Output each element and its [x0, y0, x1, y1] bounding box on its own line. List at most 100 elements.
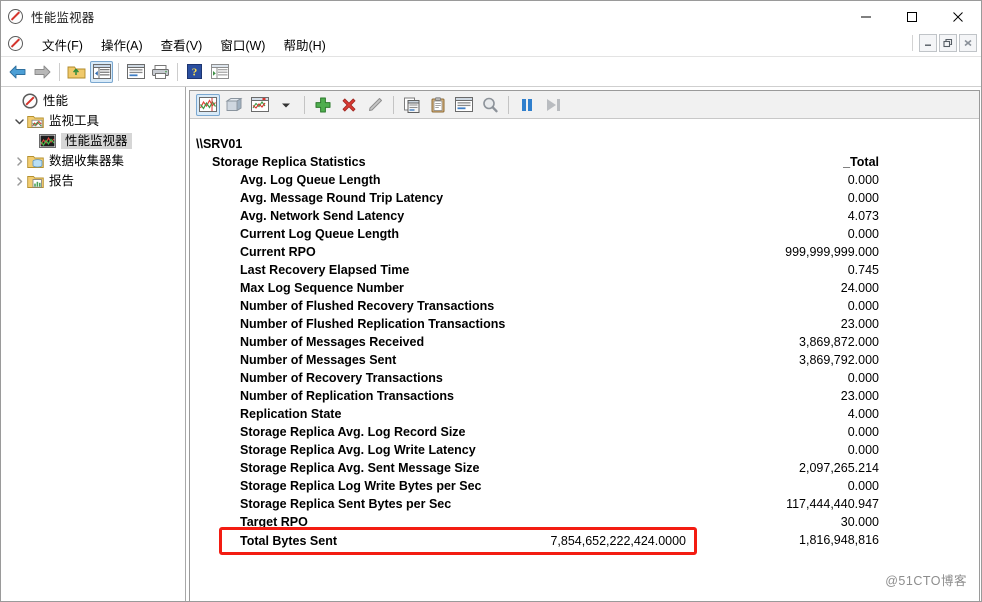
help-question-icon[interactable]: ?	[183, 61, 206, 83]
report-counter-list: Avg. Log Queue Length 0.000 Avg. Message R…	[190, 171, 979, 549]
tree-item-reports[interactable]: 报告	[1, 171, 185, 191]
mdi-window-controls	[912, 34, 977, 52]
watermark: @51CTO博客	[885, 574, 967, 588]
report-counter-name: Storage Replica Log Write Bytes per Sec	[240, 479, 482, 493]
up-folder-icon[interactable]	[65, 61, 88, 83]
report-counter-value: 1,816,948,816	[799, 533, 879, 547]
chevron-down-icon[interactable]	[274, 94, 298, 116]
performance-monitor-icon	[8, 8, 24, 25]
report-row: Current RPO 999,999,999.000	[190, 243, 979, 261]
report-row: Max Log Sequence Number 24.000	[190, 279, 979, 297]
details-pane: \\SRV01 Storage Replica Statistics _Tota…	[186, 87, 981, 601]
tree-item-label: 性能监视器	[61, 132, 132, 150]
minimize-icon[interactable]	[843, 1, 889, 32]
highlighter-pen-icon[interactable]	[363, 94, 387, 116]
toolbar-separator	[118, 62, 119, 81]
clipboard-paste-icon[interactable]	[426, 94, 450, 116]
report-counter-value: 0.000	[847, 191, 879, 205]
maximize-icon[interactable]	[889, 1, 935, 32]
green-plus-icon[interactable]	[311, 94, 335, 116]
report-view: \\SRV01 Storage Replica Statistics _Tota…	[190, 119, 979, 601]
forward-arrow-icon[interactable]	[31, 61, 54, 83]
tree-item-label: 数据收集器集	[49, 153, 125, 168]
report-counter-value: 0.000	[847, 425, 879, 439]
report-counter-value: 4.073	[847, 209, 879, 223]
chevron-right-icon[interactable]	[11, 153, 27, 169]
report-row: Storage Replica Avg. Log Record Size 0.00…	[190, 423, 979, 441]
copy-properties-icon[interactable]	[400, 94, 424, 116]
toolbar-separator	[393, 95, 394, 114]
menu-window[interactable]: 窗口(W)	[211, 33, 274, 56]
red-x-icon[interactable]	[337, 94, 361, 116]
chevron-down-icon[interactable]	[11, 113, 27, 129]
properties-icon[interactable]	[124, 61, 147, 83]
mdi-minimize-icon[interactable]	[919, 34, 937, 52]
mdi-restore-icon[interactable]	[939, 34, 957, 52]
tree-item-monitoring-tools[interactable]: 监视工具	[1, 111, 185, 131]
report-counter-name: Number of Messages Received	[240, 335, 425, 349]
tree-item-label: 报告	[49, 173, 75, 188]
line-graph-icon[interactable]	[196, 93, 220, 116]
menu-help[interactable]: 帮助(H)	[274, 33, 334, 56]
menu-action[interactable]: 操作(A)	[92, 33, 152, 56]
performance-root-icon	[21, 93, 38, 109]
report-counter-name: Avg. Message Round Trip Latency	[240, 191, 444, 205]
perfmon-chart-icon	[39, 134, 56, 149]
tree-item-performance-monitor[interactable]: 性能监视器	[1, 131, 185, 151]
magnifier-icon[interactable]	[478, 94, 502, 116]
report-counter-value: 23.000	[840, 317, 879, 331]
report-row: Storage Replica Log Write Bytes per Sec 0…	[190, 477, 979, 495]
report-counter-value: 0.000	[847, 479, 879, 493]
menu-file[interactable]: 文件(F)	[33, 33, 92, 56]
report-row: Number of Flushed Recovery Transactions 0…	[190, 297, 979, 315]
report-counter-name: Number of Messages Sent	[240, 353, 397, 367]
printer-icon[interactable]	[149, 61, 172, 83]
report-counter-value: 0.000	[847, 371, 879, 385]
report-counter-name: Number of Flushed Recovery Transactions	[240, 299, 495, 313]
report-row: Number of Messages Received 3,869,872.000	[190, 333, 979, 351]
console-root-icon	[8, 36, 24, 52]
report-counter-name: Storage Replica Sent Bytes per Sec	[240, 497, 452, 511]
report-counter-value: 999,999,999.000	[785, 245, 879, 259]
pause-icon[interactable]	[515, 94, 539, 116]
report-view-icon[interactable]	[248, 94, 272, 116]
histogram-bar-icon[interactable]	[222, 94, 246, 116]
monitoring-tools-folder-icon	[27, 114, 44, 129]
toolbar-separator	[59, 62, 60, 81]
show-console-tree-icon[interactable]	[90, 60, 113, 83]
tree-item-label: 性能	[43, 93, 69, 108]
report-row: Avg. Message Round Trip Latency 0.000	[190, 189, 979, 207]
report-counter-value: 4.000	[847, 407, 879, 421]
menu-bar: 文件(F) 操作(A) 查看(V) 窗口(W) 帮助(H)	[1, 32, 981, 57]
tree-item-performance[interactable]: 性能	[1, 91, 185, 111]
report-row-total-bytes-sent: Total Bytes Sent 7,854,652,222,424.0000	[219, 527, 697, 555]
mdi-close-icon[interactable]	[959, 34, 977, 52]
tree-item-label: 监视工具	[49, 113, 100, 128]
report-object-name: Storage Replica Statistics	[212, 155, 366, 169]
menu-view[interactable]: 查看(V)	[152, 33, 212, 56]
title-bar: 性能监视器	[1, 1, 981, 32]
report-counter-value: 7,854,652,222,424.0000	[550, 534, 686, 548]
performance-monitor-toolbar	[190, 91, 979, 119]
body-split: 性能 监视工具 性能监视器 数据收集器集 报告 \\SRV01 Storage …	[1, 87, 981, 601]
report-counter-name: Storage Replica Avg. Sent Message Size	[240, 461, 480, 475]
report-counter-name: Storage Replica Avg. Log Write Latency	[240, 443, 476, 457]
properties-window-icon[interactable]	[452, 94, 476, 116]
new-window-icon[interactable]	[208, 61, 231, 83]
report-instance-header: _Total	[843, 155, 879, 169]
window-controls	[843, 1, 981, 32]
report-row: Storage Replica Avg. Sent Message Size 2,…	[190, 459, 979, 477]
tree-item-data-collector-sets[interactable]: 数据收集器集	[1, 151, 185, 171]
report-counter-name: Number of Replication Transactions	[240, 389, 454, 403]
back-arrow-icon[interactable]	[6, 61, 29, 83]
close-icon[interactable]	[935, 1, 981, 32]
report-row: Avg. Log Queue Length 0.000	[190, 171, 979, 189]
step-forward-icon[interactable]	[541, 94, 565, 116]
report-object-row: Storage Replica Statistics _Total	[190, 153, 979, 171]
toolbar-separator	[508, 95, 509, 114]
window-title: 性能监视器	[31, 11, 95, 25]
report-counter-name: Avg. Log Queue Length	[240, 173, 381, 187]
chevron-right-icon[interactable]	[11, 173, 27, 189]
report-row: Number of Recovery Transactions 0.000	[190, 369, 979, 387]
report-counter-value: 0.000	[847, 299, 879, 313]
